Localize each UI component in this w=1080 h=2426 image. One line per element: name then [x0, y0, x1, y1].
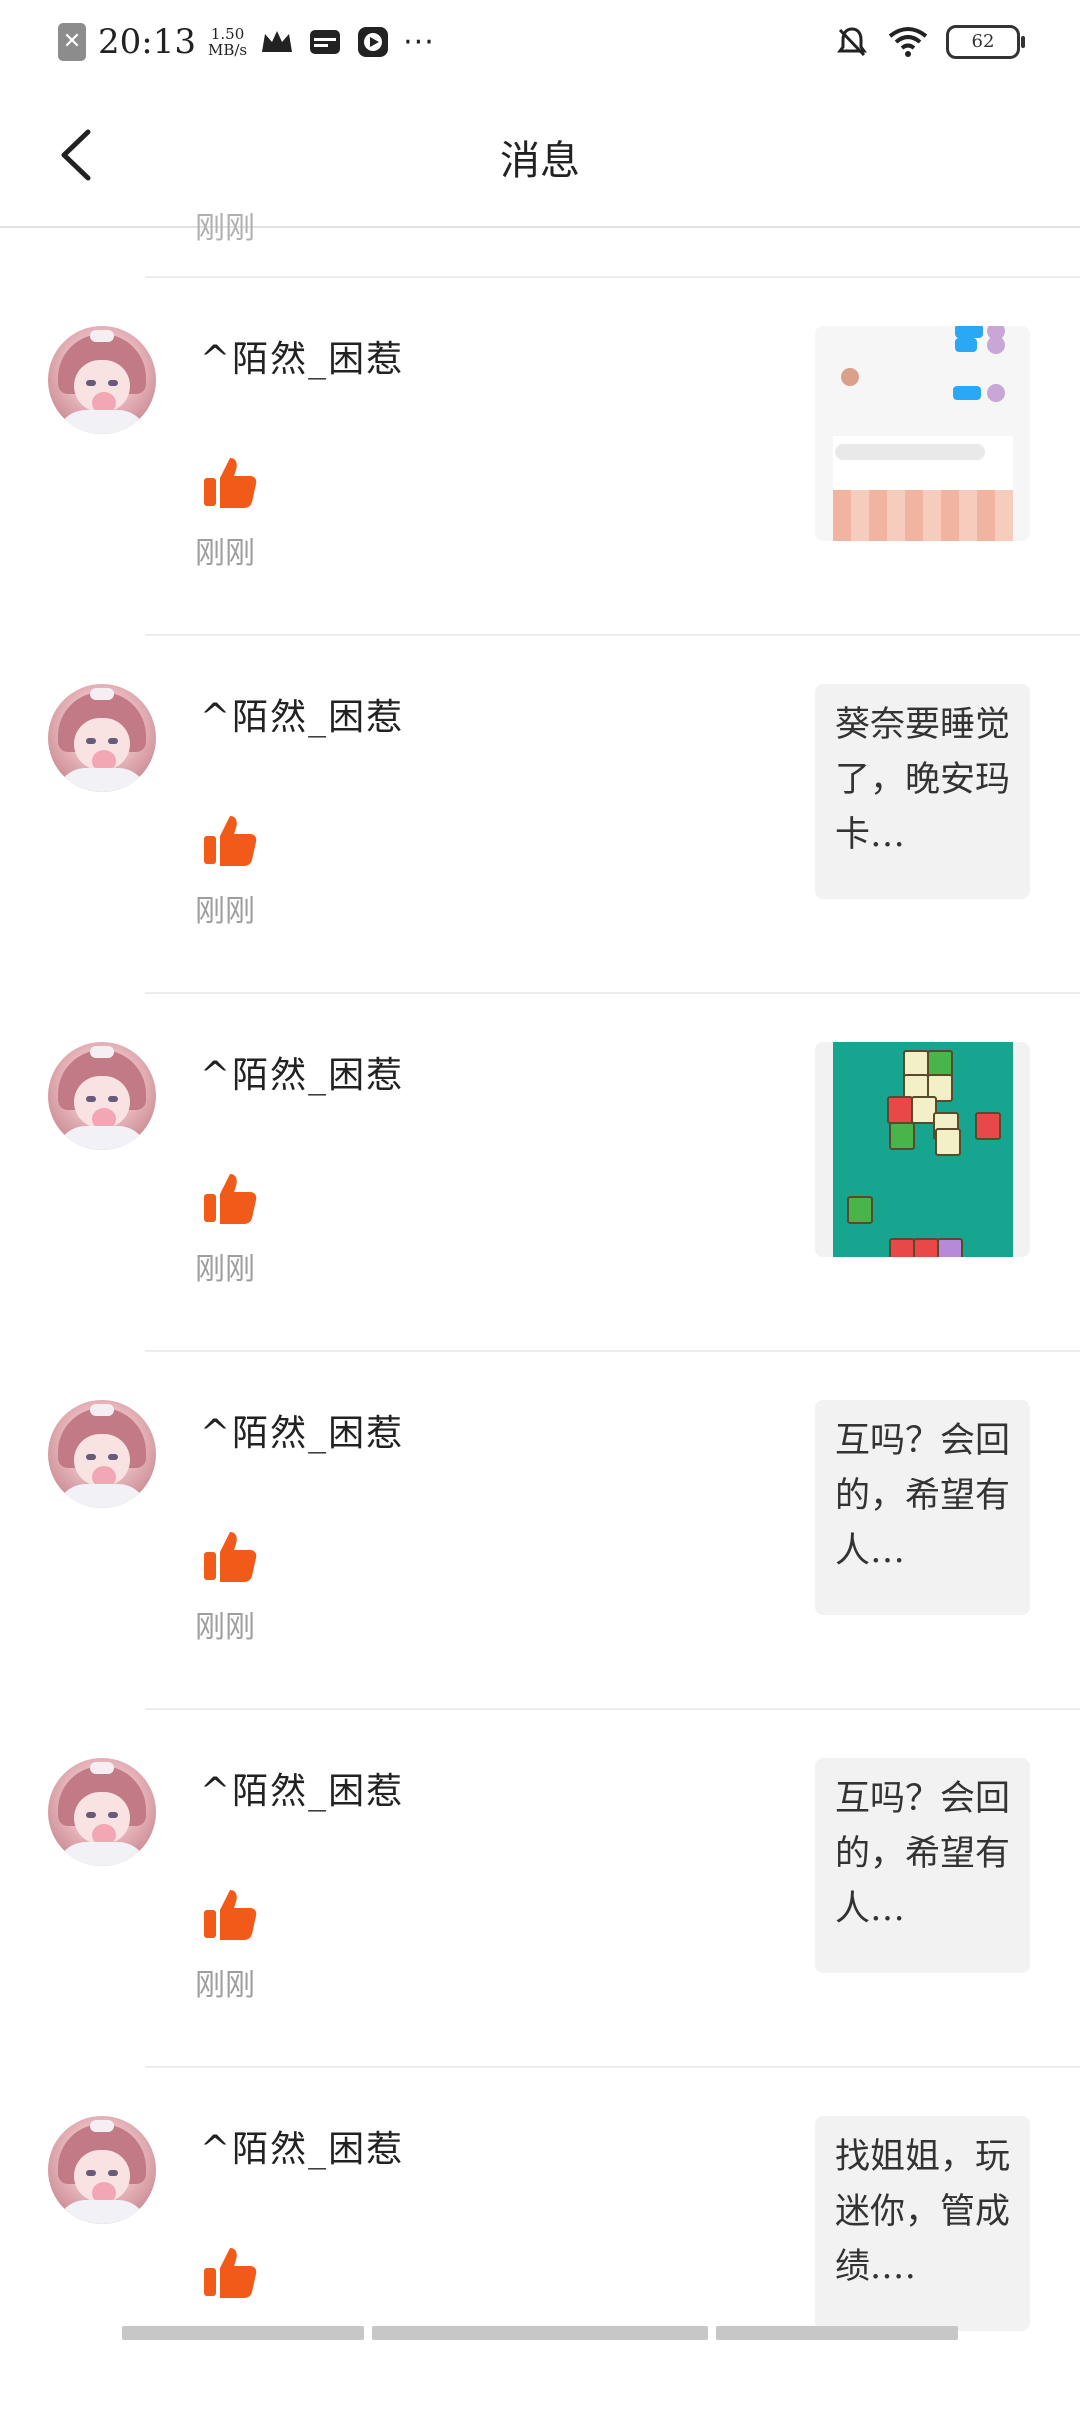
like-icon	[204, 1890, 257, 1940]
avatar[interactable]	[48, 326, 156, 434]
like-icon	[204, 458, 257, 508]
preview-text-box[interactable]: 找姐姐，玩迷你，管成绩.…	[815, 2116, 1030, 2331]
preview-text: 葵奈要睡觉了，晚安玛卡…	[835, 705, 1011, 855]
avatar[interactable]	[48, 1400, 156, 1508]
username[interactable]: ^陌然_困惹	[200, 1762, 404, 1814]
app-header: 消息	[0, 84, 1080, 228]
preview-image[interactable]	[815, 1042, 1030, 1257]
avatar[interactable]	[48, 2116, 156, 2224]
network-speed: 1.50 MB/s	[208, 26, 247, 58]
close-notification-icon: ✕	[58, 23, 86, 61]
preview-text-box[interactable]: 互吗？会回的，希望有人…	[815, 1758, 1030, 1973]
notification-item[interactable]: ^陌然_困惹 刚刚 葵奈要睡觉了，晚安玛卡…	[0, 636, 1080, 994]
scroll-indicator	[716, 2326, 958, 2340]
network-speed-value: 1.50	[210, 25, 245, 43]
partial-item-time: 刚刚	[195, 211, 255, 246]
scroll-indicator	[372, 2326, 708, 2340]
bell-muted-icon	[837, 27, 867, 57]
like-icon	[204, 2248, 257, 2298]
notification-item[interactable]: ^陌然_困惹 刚刚	[0, 994, 1080, 1352]
status-bar: ✕ 20:13 1.50 MB/s ··· 62	[0, 0, 1080, 84]
notification-item[interactable]: ^陌然_困惹 刚刚 互吗？会回的，希望有人…	[0, 1352, 1080, 1710]
notification-item[interactable]: ^陌然_困惹 刚刚 互吗？会回的，希望有人…	[0, 1710, 1080, 2068]
like-icon	[204, 816, 257, 866]
username[interactable]: ^陌然_困惹	[200, 330, 404, 382]
preview-image[interactable]	[815, 326, 1030, 541]
preview-text: 找姐姐，玩迷你，管成绩.…	[835, 2137, 1011, 2287]
preview-text-box[interactable]: 互吗？会回的，希望有人…	[815, 1400, 1030, 1615]
network-speed-unit: MB/s	[207, 41, 248, 59]
crown-icon	[262, 31, 293, 52]
username[interactable]: ^陌然_困惹	[200, 2120, 404, 2172]
like-icon	[204, 1174, 257, 1224]
more-notifications-icon: ···	[403, 24, 435, 60]
avatar[interactable]	[48, 1042, 156, 1150]
page-title: 消息	[500, 138, 580, 184]
scroll-indicator	[122, 2326, 364, 2340]
wallet-icon	[310, 30, 341, 54]
timestamp: 刚刚	[195, 1252, 255, 1287]
username[interactable]: ^陌然_困惹	[200, 1404, 404, 1456]
avatar[interactable]	[48, 1758, 156, 1866]
timestamp: 刚刚	[195, 1968, 255, 2003]
status-time: 20:13	[98, 22, 196, 62]
username[interactable]: ^陌然_困惹	[200, 1046, 404, 1098]
timestamp: 刚刚	[195, 536, 255, 571]
battery-indicator: 62	[946, 25, 1025, 59]
preview-text: 互吗？会回的，希望有人…	[835, 1779, 1011, 1929]
wifi-icon	[888, 27, 928, 57]
preview-text: 互吗？会回的，希望有人…	[835, 1421, 1011, 1571]
notification-item[interactable]: ^陌然_困惹 刚刚	[0, 278, 1080, 636]
like-icon	[204, 1532, 257, 1582]
preview-text-box[interactable]: 葵奈要睡觉了，晚安玛卡…	[815, 684, 1030, 899]
timestamp: 刚刚	[195, 1610, 255, 1645]
notification-item[interactable]: ^陌然_困惹 找姐姐，玩迷你，管成绩.…	[0, 2068, 1080, 2426]
play-icon	[358, 27, 389, 57]
timestamp: 刚刚	[195, 894, 255, 929]
avatar[interactable]	[48, 684, 156, 792]
username[interactable]: ^陌然_困惹	[200, 688, 404, 740]
